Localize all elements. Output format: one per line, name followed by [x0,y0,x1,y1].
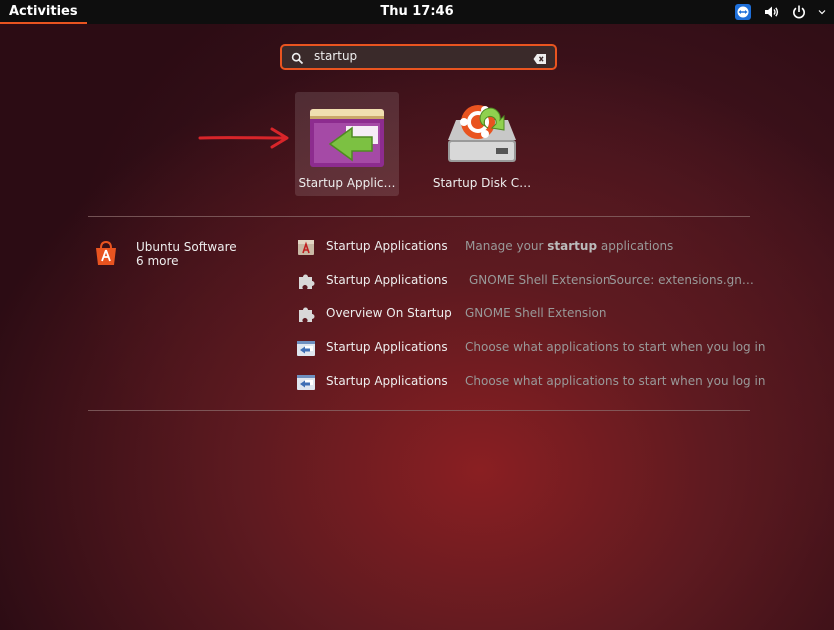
ubuntu-software-icon [93,240,119,270]
result-name: Startup Applications [326,374,448,388]
search-input[interactable]: startup [280,44,557,70]
search-icon [291,50,304,69]
provider-name: Ubuntu Software [136,240,237,254]
startup-applications-icon [308,106,386,174]
separator [88,410,750,411]
result-description: Manage your startup applications [465,239,674,253]
result-description: Choose what applications to start when y… [465,340,766,354]
result-row[interactable]: Startup Applications Choose what applica… [296,334,765,362]
puzzle-icon [296,304,316,324]
result-description: Choose what applications to start when y… [465,374,766,388]
app-tile-label: Startup Applic… [298,176,396,190]
result-description: GNOME Shell Extension [465,306,607,320]
separator [88,216,750,217]
startup-app-small-icon [296,338,316,358]
annotation-arrow [198,127,289,149]
power-icon[interactable] [790,3,808,21]
result-name: Startup Applications [326,239,448,253]
provider-more[interactable]: 6 more [136,254,179,268]
top-bar: Activities Thu 17:46 [0,0,834,24]
package-icon [296,237,316,257]
app-tile-startup-disk-creator[interactable]: Startup Disk C… [430,92,534,196]
clock[interactable]: Thu 17:46 [0,0,834,24]
clear-icon[interactable] [533,50,547,69]
result-row[interactable]: Startup Applications Manage your startup… [296,233,756,261]
result-name: Overview On Startup [326,306,452,320]
result-name: Startup Applications [326,340,448,354]
startup-disk-creator-icon [442,98,522,174]
result-row[interactable]: Overview On Startup GNOME Shell Extensio… [296,300,756,328]
result-name: Startup Applications [326,273,448,287]
result-row[interactable]: Startup Applications GNOME Shell Extensi… [296,267,756,295]
system-tray [734,3,826,21]
teamviewer-icon[interactable] [734,3,752,21]
app-tile-startup-applications[interactable]: Startup Applic… [295,92,399,196]
provider-ubuntu-software[interactable]: Ubuntu Software 6 more [93,240,243,272]
startup-app-small-icon [296,372,316,392]
search-text: startup [314,49,358,63]
puzzle-icon [296,271,316,291]
chevron-down-icon[interactable] [818,3,826,21]
volume-icon[interactable] [762,3,780,21]
result-source: Source: extensions.gn… [609,273,754,287]
result-description: GNOME Shell Extension [469,273,611,287]
result-row[interactable]: Startup Applications Choose what applica… [296,368,765,396]
app-tile-label: Startup Disk C… [432,176,532,190]
